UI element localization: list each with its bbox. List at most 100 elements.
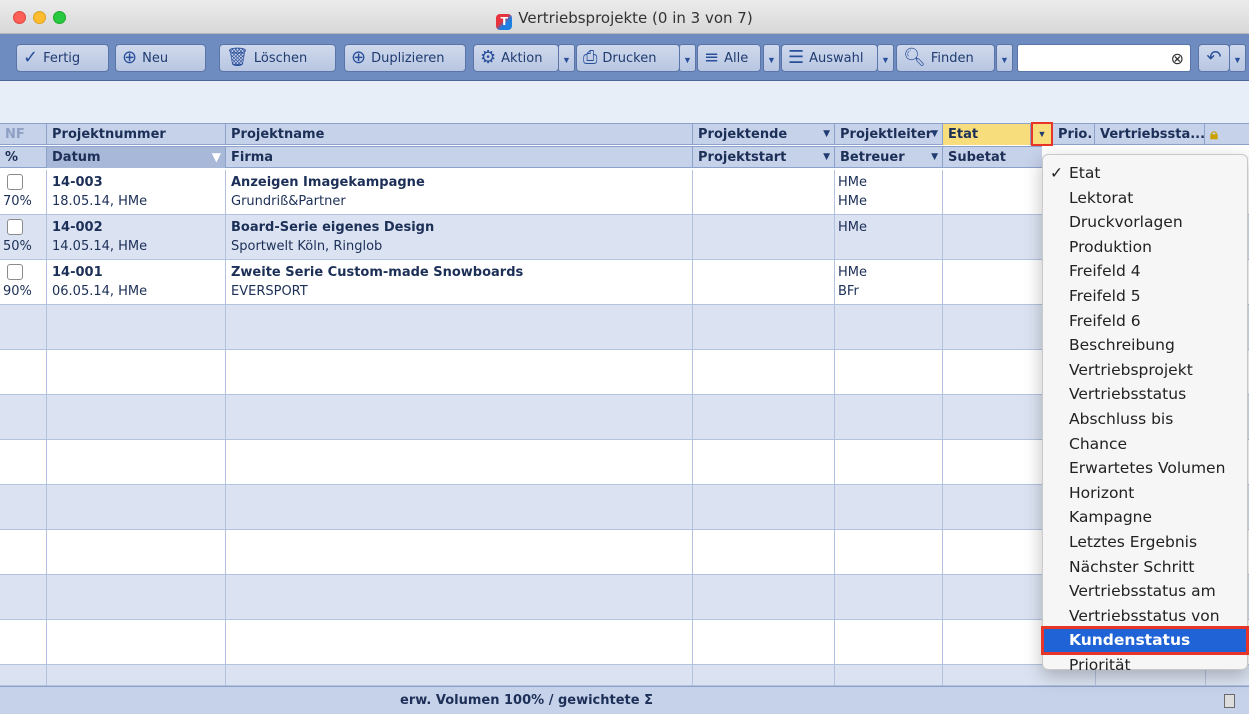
row-firma: Sportwelt Köln, Ringlob	[231, 239, 383, 254]
menu-item-freifeld-6[interactable]: Freifeld 6	[1043, 309, 1247, 334]
menu-item-label: Freifeld 4	[1069, 262, 1141, 281]
menu-item-vertriebsstatus-von[interactable]: Vertriebsstatus von	[1043, 604, 1247, 629]
auswahl-button[interactable]: ☰ Auswahl	[781, 44, 878, 72]
menu-item-chance[interactable]: Chance	[1043, 432, 1247, 457]
back-dropdown[interactable]: ▼	[1229, 44, 1246, 72]
menu-item-vertriebsprojekt[interactable]: Vertriebsprojekt	[1043, 358, 1247, 383]
col-nf[interactable]: NF	[0, 124, 47, 145]
calculator-icon[interactable]	[1224, 694, 1235, 708]
checkmark-icon: ✓	[1050, 164, 1063, 182]
row-projektname: Board-Serie eigenes Design	[231, 220, 435, 235]
col-datum[interactable]: Datum ▼	[47, 147, 226, 168]
row-checkbox[interactable]	[7, 264, 23, 280]
menu-item-label: Freifeld 5	[1069, 286, 1141, 305]
etat-column-dropdown[interactable]: ▼	[1031, 122, 1053, 146]
auswahl-label: Auswahl	[809, 50, 864, 66]
back-button[interactable]: ↶	[1198, 44, 1230, 72]
menu-item-etat[interactable]: ✓ Etat	[1043, 161, 1247, 186]
gear-icon: ⚙	[480, 47, 497, 68]
col-projektstart[interactable]: Projektstart ▼	[693, 147, 835, 168]
plus-circle-icon: ⊕	[122, 47, 138, 68]
menu-item-label: Lektorat	[1069, 188, 1134, 207]
duplicate-icon: ⊕	[351, 47, 367, 68]
field-selection-menu: ✓ Etat Lektorat Druckvorlagen Produktion Frei…	[1041, 154, 1249, 674]
duplizieren-label: Duplizieren	[371, 50, 445, 66]
menu-item-horizont[interactable]: Horizont	[1043, 481, 1247, 506]
menu-item-vertriebsstatus-am[interactable]: Vertriebsstatus am	[1043, 579, 1247, 604]
col-etat[interactable]: Etat	[943, 124, 1031, 145]
menu-item-druckvorlagen[interactable]: Druckvorlagen	[1043, 210, 1247, 235]
menu-item-kampagne[interactable]: Kampagne	[1043, 505, 1247, 530]
col-prio[interactable]: Prio.	[1053, 124, 1095, 145]
row-datum: 14.05.14, HMe	[52, 239, 148, 254]
finden-label: Finden	[930, 50, 974, 66]
menu-item-freifeld-5[interactable]: Freifeld 5	[1043, 284, 1247, 309]
menu-item-erwartetes-volumen[interactable]: Erwartetes Volumen	[1043, 456, 1247, 481]
col-projektleiter[interactable]: Projektleiter ▼	[835, 124, 943, 145]
aktion-label: Aktion	[501, 50, 543, 66]
chevron-down-icon[interactable]: ▼	[823, 147, 830, 168]
menu-item-label: Letztes Ergebnis	[1069, 532, 1198, 551]
menu-item-priorität[interactable]: Priorität	[1043, 653, 1247, 678]
loeschen-button[interactable]: 🗑 Löschen	[219, 44, 336, 72]
menu-item-label: Vertriebsstatus am	[1069, 582, 1216, 601]
col-betreuer[interactable]: Betreuer ▼	[835, 147, 943, 168]
drucken-dropdown[interactable]: ▼	[679, 44, 696, 72]
col-projektnummer[interactable]: Projektnummer	[47, 124, 226, 145]
menu-item-vertriebsstatus[interactable]: Vertriebsstatus	[1043, 382, 1247, 407]
menu-item-label: Erwartetes Volumen	[1069, 459, 1226, 478]
col-subetat[interactable]: Subetat	[943, 147, 1042, 168]
clear-search-icon[interactable]: ⊗	[1171, 49, 1184, 69]
menu-item-abschluss-bis[interactable]: Abschluss bis	[1043, 407, 1247, 432]
search-input[interactable]: ⊗	[1017, 44, 1191, 72]
neu-label: Neu	[142, 50, 169, 66]
trash-icon: 🗑	[226, 47, 249, 68]
chevron-down-icon[interactable]: ▼	[823, 124, 830, 145]
duplizieren-button[interactable]: ⊕ Duplizieren	[344, 44, 466, 72]
menu-item-letztes-ergebnis[interactable]: Letztes Ergebnis	[1043, 530, 1247, 555]
menu-item-nächster-schritt[interactable]: Nächster Schritt	[1043, 555, 1247, 580]
fertig-button[interactable]: ✓ Fertig	[16, 44, 109, 72]
menu-item-label: Kampagne	[1069, 508, 1153, 527]
toolbar-spacer	[0, 81, 1249, 123]
menu-item-lektorat[interactable]: Lektorat	[1043, 186, 1247, 211]
menu-item-label: Beschreibung	[1069, 336, 1175, 355]
col-betreuer-label: Betreuer	[840, 150, 905, 165]
alle-button[interactable]: ≡ Alle	[697, 44, 761, 72]
chevron-down-icon[interactable]: ▼	[931, 147, 938, 168]
col-projektende[interactable]: Projektende ▼	[693, 124, 835, 145]
menu-item-freifeld-4[interactable]: Freifeld 4	[1043, 259, 1247, 284]
printer-icon: ⎙	[583, 47, 598, 68]
finden-dropdown[interactable]: ▼	[996, 44, 1013, 72]
alle-dropdown[interactable]: ▼	[763, 44, 780, 72]
row-checkbox[interactable]	[7, 219, 23, 235]
col-projektname[interactable]: Projektname	[226, 124, 693, 145]
summary-footer: erw. Volumen 100% / gewichtete Σ	[0, 686, 1249, 714]
menu-item-label: Chance	[1069, 434, 1128, 453]
chevron-down-icon[interactable]: ▼	[931, 124, 938, 145]
row-checkbox[interactable]	[7, 174, 23, 190]
finden-button[interactable]: 🔍︎ Finden	[896, 44, 995, 72]
table-header-row-2: % Datum ▼ Firma Projektstart ▼ Betreuer ▼ S…	[0, 146, 1042, 168]
col-pct[interactable]: %	[0, 147, 47, 168]
drucken-button[interactable]: ⎙ Drucken	[576, 44, 680, 72]
neu-button[interactable]: ⊕ Neu	[115, 44, 206, 72]
row-projektnummer: 14-002	[52, 220, 103, 235]
column-divider	[942, 170, 943, 686]
menu-item-beschreibung[interactable]: Beschreibung	[1043, 333, 1247, 358]
lock-icon[interactable]: 🔒︎	[1205, 124, 1249, 145]
menu-item-kundenstatus[interactable]: Kundenstatus	[1041, 626, 1249, 655]
menu-item-produktion[interactable]: Produktion	[1043, 235, 1247, 260]
aktion-dropdown[interactable]: ▼	[558, 44, 575, 72]
auswahl-dropdown[interactable]: ▼	[877, 44, 894, 72]
menu-item-label: Vertriebsprojekt	[1069, 360, 1193, 379]
window-title: T Vertriebsprojekte (0 in 3 von 7)	[0, 9, 1249, 30]
row-percent: 70%	[3, 194, 32, 209]
aktion-button[interactable]: ⚙ Aktion	[473, 44, 559, 72]
table-header-row-1: NF Projektnummer Projektname Projektende…	[0, 123, 1249, 145]
reply-arrow-icon: ↶	[1206, 47, 1222, 68]
col-firma[interactable]: Firma	[226, 147, 693, 168]
window-title-text: Vertriebsprojekte (0 in 3 von 7)	[518, 9, 753, 27]
col-vertriebsstatus[interactable]: Vertriebssta...	[1095, 124, 1205, 145]
title-bar: T Vertriebsprojekte (0 in 3 von 7)	[0, 0, 1249, 34]
